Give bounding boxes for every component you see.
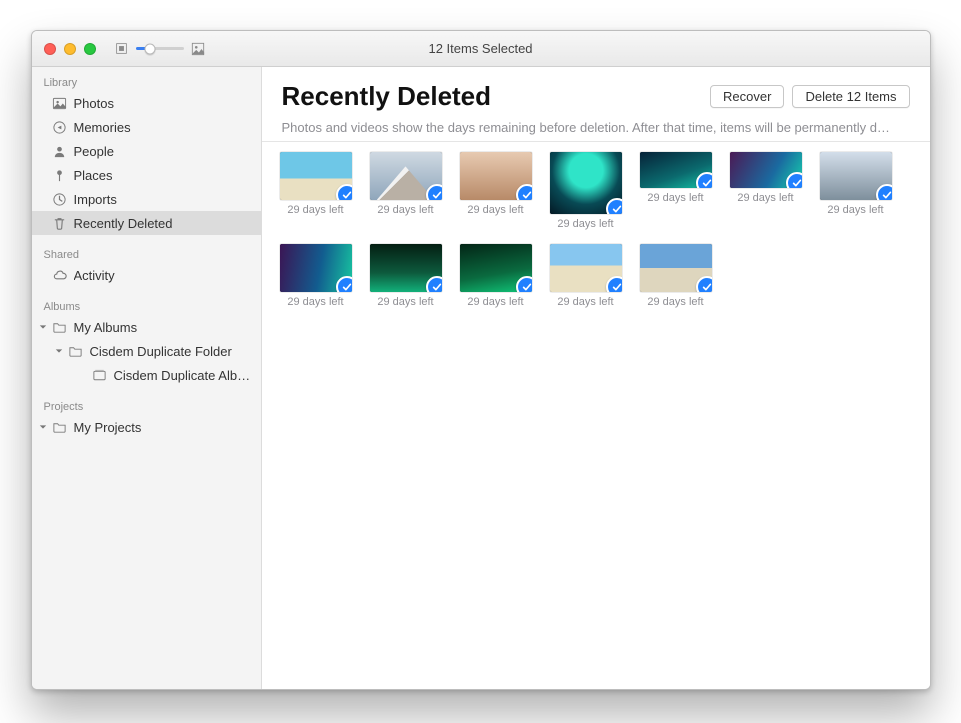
sidebar-item-cisdem-duplicate-folder[interactable]: Cisdem Duplicate Folder bbox=[32, 339, 261, 363]
sidebar-item-imports[interactable]: Imports bbox=[32, 187, 261, 211]
section-header-library: Library bbox=[32, 73, 261, 91]
section-header-albums: Albums bbox=[32, 297, 261, 315]
minimize-window-button[interactable] bbox=[64, 43, 76, 55]
thumbnail-grid: 29 days left 29 days left 29 days left 29 d… bbox=[262, 152, 930, 324]
imports-icon bbox=[52, 191, 68, 207]
titlebar-tools bbox=[114, 41, 206, 57]
days-left-label: 29 days left bbox=[467, 204, 523, 216]
thumbnail-image[interactable] bbox=[820, 152, 892, 200]
thumbnail-image[interactable] bbox=[640, 152, 712, 188]
sidebar-item-label: Imports bbox=[74, 192, 253, 207]
days-left-label: 29 days left bbox=[287, 204, 343, 216]
folder-icon bbox=[52, 419, 68, 435]
thumbnail-item[interactable]: 29 days left bbox=[820, 152, 892, 230]
sidebar-item-label: My Projects bbox=[74, 420, 253, 435]
thumbnail-large-icon[interactable] bbox=[190, 41, 206, 57]
thumbnail-image[interactable] bbox=[460, 244, 532, 292]
days-left-label: 29 days left bbox=[557, 296, 613, 308]
thumbnail-image[interactable] bbox=[280, 152, 352, 200]
sidebar-item-label: Photos bbox=[74, 96, 253, 111]
slider-thumb[interactable] bbox=[144, 43, 155, 54]
people-icon bbox=[52, 143, 68, 159]
thumbnail-small-icon[interactable] bbox=[114, 41, 130, 57]
folder-icon bbox=[68, 343, 84, 359]
disclosure-triangle-icon[interactable] bbox=[38, 423, 48, 431]
thumbnail-item[interactable]: 29 days left bbox=[460, 152, 532, 230]
sidebar-item-label: Places bbox=[74, 168, 253, 183]
days-left-label: 29 days left bbox=[737, 192, 793, 204]
days-left-label: 29 days left bbox=[467, 296, 523, 308]
sidebar: Library Photos Memories People Places Im… bbox=[32, 67, 262, 689]
sidebar-item-photos[interactable]: Photos bbox=[32, 91, 261, 115]
thumbnail-size-slider[interactable] bbox=[136, 47, 184, 50]
page-subtitle: Photos and videos show the days remainin… bbox=[262, 120, 930, 142]
thumbnail-item[interactable]: 29 days left bbox=[730, 152, 802, 230]
photos-icon bbox=[52, 95, 68, 111]
disclosure-triangle-icon[interactable] bbox=[38, 323, 48, 331]
days-left-label: 29 days left bbox=[287, 296, 343, 308]
delete-items-button[interactable]: Delete 12 Items bbox=[792, 85, 909, 108]
thumbnail-image[interactable] bbox=[550, 244, 622, 292]
titlebar: 12 Items Selected bbox=[32, 31, 930, 67]
cloud-icon bbox=[52, 267, 68, 283]
sidebar-item-label: Cisdem Duplicate Folder bbox=[90, 344, 253, 359]
thumbnail-image[interactable] bbox=[550, 152, 622, 214]
thumbnail-image[interactable] bbox=[460, 152, 532, 200]
recover-button[interactable]: Recover bbox=[710, 85, 784, 108]
sidebar-item-people[interactable]: People bbox=[32, 139, 261, 163]
sidebar-item-activity[interactable]: Activity bbox=[32, 263, 261, 287]
page-title: Recently Deleted bbox=[282, 81, 703, 112]
window-controls bbox=[32, 43, 96, 55]
thumbnail-image[interactable] bbox=[280, 244, 352, 292]
memories-icon bbox=[52, 119, 68, 135]
section-header-projects: Projects bbox=[32, 397, 261, 415]
main-content: Recently Deleted Recover Delete 12 Items… bbox=[262, 67, 930, 689]
photos-app-window: 12 Items Selected Library Photos Memorie… bbox=[31, 30, 931, 690]
album-icon bbox=[92, 367, 108, 383]
thumbnail-item[interactable]: 29 days left bbox=[550, 244, 622, 308]
thumbnail-item[interactable]: 29 days left bbox=[280, 244, 352, 308]
main-header: Recently Deleted Recover Delete 12 Items bbox=[262, 67, 930, 120]
thumbnail-image[interactable] bbox=[370, 244, 442, 292]
thumbnail-item[interactable]: 29 days left bbox=[280, 152, 352, 230]
section-header-shared: Shared bbox=[32, 245, 261, 263]
sidebar-item-label: Activity bbox=[74, 268, 253, 283]
thumbnail-image[interactable] bbox=[730, 152, 802, 188]
days-left-label: 29 days left bbox=[647, 192, 703, 204]
thumbnail-item[interactable]: 29 days left bbox=[640, 152, 712, 230]
thumbnail-item[interactable]: 29 days left bbox=[550, 152, 622, 230]
days-left-label: 29 days left bbox=[827, 204, 883, 216]
sidebar-item-cisdem-duplicate-album[interactable]: Cisdem Duplicate Album bbox=[32, 363, 261, 387]
sidebar-item-recently-deleted[interactable]: Recently Deleted bbox=[32, 211, 261, 235]
sidebar-item-label: My Albums bbox=[74, 320, 253, 335]
zoom-window-button[interactable] bbox=[84, 43, 96, 55]
sidebar-item-label: Memories bbox=[74, 120, 253, 135]
days-left-label: 29 days left bbox=[557, 218, 613, 230]
sidebar-item-label: Recently Deleted bbox=[74, 216, 253, 231]
sidebar-item-label: People bbox=[74, 144, 253, 159]
thumbnail-image[interactable] bbox=[640, 244, 712, 292]
close-window-button[interactable] bbox=[44, 43, 56, 55]
places-icon bbox=[52, 167, 68, 183]
thumbnail-item[interactable]: 29 days left bbox=[370, 152, 442, 230]
folder-icon bbox=[52, 319, 68, 335]
days-left-label: 29 days left bbox=[647, 296, 703, 308]
days-left-label: 29 days left bbox=[377, 296, 433, 308]
trash-icon bbox=[52, 215, 68, 231]
sidebar-item-places[interactable]: Places bbox=[32, 163, 261, 187]
thumbnail-item[interactable]: 29 days left bbox=[460, 244, 532, 308]
thumbnail-image[interactable] bbox=[370, 152, 442, 200]
sidebar-item-my-albums[interactable]: My Albums bbox=[32, 315, 261, 339]
disclosure-triangle-icon[interactable] bbox=[54, 347, 64, 355]
days-left-label: 29 days left bbox=[377, 204, 433, 216]
sidebar-item-memories[interactable]: Memories bbox=[32, 115, 261, 139]
window-body: Library Photos Memories People Places Im… bbox=[32, 67, 930, 689]
thumbnail-item[interactable]: 29 days left bbox=[640, 244, 712, 308]
thumbnail-item[interactable]: 29 days left bbox=[370, 244, 442, 308]
sidebar-item-my-projects[interactable]: My Projects bbox=[32, 415, 261, 439]
sidebar-item-label: Cisdem Duplicate Album bbox=[114, 368, 253, 383]
